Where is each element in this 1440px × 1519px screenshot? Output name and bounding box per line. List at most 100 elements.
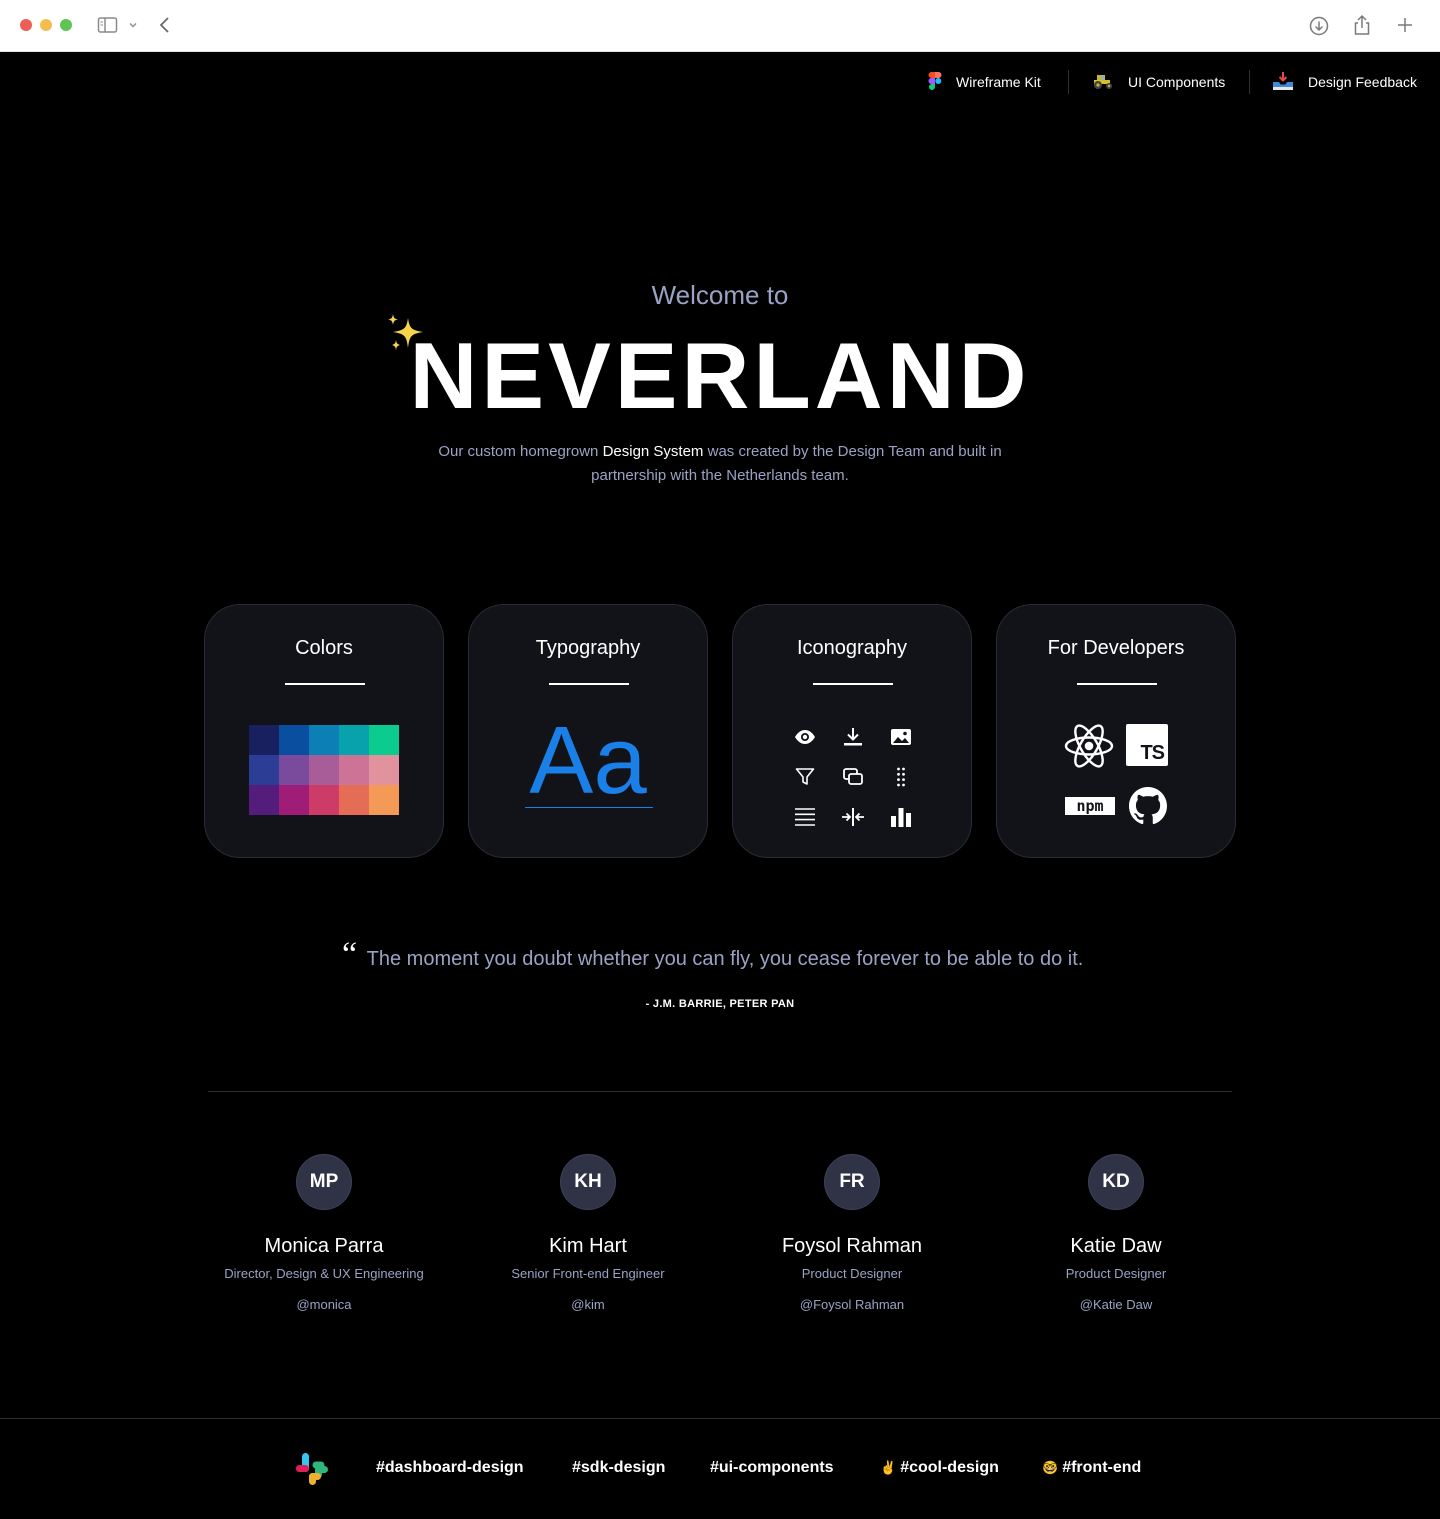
team-member-card: MP Monica Parra Director, Design & UX En… <box>204 1154 444 1312</box>
close-window-button[interactable] <box>20 19 32 31</box>
page-title: NEVERLAND <box>409 323 1031 428</box>
member-role: Director, Design & UX Engineering <box>224 1266 424 1281</box>
card-title: For Developers <box>1047 637 1185 659</box>
color-swatch <box>339 755 369 785</box>
color-swatch <box>309 755 339 785</box>
color-swatch <box>309 785 339 815</box>
avatar: MP <box>296 1154 352 1210</box>
nav-label: UI Components <box>1128 74 1226 90</box>
member-name: Foysol Rahman <box>781 1235 923 1257</box>
nerd-face-icon: 🤓 <box>1042 1460 1059 1475</box>
typography-card[interactable]: Typography Aa <box>468 604 708 858</box>
resize-horizontal-icon <box>829 797 877 837</box>
color-swatch <box>369 755 399 785</box>
inbox-tray-icon <box>1272 71 1294 94</box>
member-handle-link[interactable]: @kim <box>468 1297 708 1312</box>
channel-label: #cool-design <box>900 1459 999 1476</box>
channel-ui-components[interactable]: #ui-components <box>710 1459 834 1477</box>
member-name: Monica Parra <box>264 1235 384 1257</box>
avatar: KH <box>560 1154 616 1210</box>
color-swatch <box>369 725 399 755</box>
icon-grid <box>781 717 925 837</box>
channel-label: #front-end <box>1062 1459 1142 1476</box>
member-role: Product Designer <box>801 1266 903 1281</box>
tractor-icon <box>1092 71 1114 94</box>
color-swatch <box>249 785 279 815</box>
color-swatch <box>249 725 279 755</box>
download-icon[interactable] <box>1308 15 1330 42</box>
quote-author: - J.M. BARRIE, PETER PAN <box>645 998 795 1010</box>
bar-chart-icon <box>877 797 925 837</box>
maximize-window-button[interactable] <box>60 19 72 31</box>
copy-icon <box>829 757 877 797</box>
nav-label: Wireframe Kit <box>956 74 1041 90</box>
share-icon[interactable] <box>1352 13 1372 42</box>
team-member-card: KD Katie Daw Product Designer @Katie Daw <box>996 1154 1236 1312</box>
member-handle-link[interactable]: @Katie Daw <box>996 1297 1236 1312</box>
slack-icon[interactable] <box>296 1453 328 1490</box>
browser-toolbar <box>0 0 1440 52</box>
intro-text-start: Our custom homegrown <box>438 443 603 460</box>
team-member-card: FR Foysol Rahman Product Designer @Foyso… <box>732 1154 972 1312</box>
nav-label: Design Feedback <box>1308 74 1417 90</box>
developers-card[interactable]: For Developers TS npm <box>996 604 1236 858</box>
eye-icon <box>781 717 829 757</box>
iconography-card[interactable]: Iconography <box>732 604 972 858</box>
colors-card[interactable]: Colors <box>204 604 444 858</box>
drag-handle-icon <box>877 757 925 797</box>
channel-label: #dashboard-design <box>376 1459 524 1476</box>
typography-sample: Aa <box>529 707 647 814</box>
new-tab-icon[interactable] <box>1396 15 1414 40</box>
channel-dashboard-design[interactable]: #dashboard-design <box>376 1459 524 1477</box>
typography-baseline <box>525 807 653 808</box>
menu-icon <box>781 797 829 837</box>
nav-ui-components[interactable]: UI Components <box>1092 68 1225 96</box>
member-handle-link[interactable]: @monica <box>204 1297 444 1312</box>
sidebar-toggle-icon[interactable] <box>97 15 119 40</box>
download-icon <box>829 717 877 757</box>
minimize-window-button[interactable] <box>40 19 52 31</box>
channel-sdk-design[interactable]: #sdk-design <box>572 1459 665 1477</box>
color-swatch <box>339 785 369 815</box>
avatar: KD <box>1088 1154 1144 1210</box>
member-role: Senior Front-end Engineer <box>511 1266 665 1281</box>
typescript-badge-text: TS <box>1140 742 1165 764</box>
footer: #dashboard-design #sdk-design #ui-compon… <box>0 1418 1440 1519</box>
color-swatch <box>279 725 309 755</box>
card-divider <box>813 683 893 685</box>
channel-front-end[interactable]: 🤓 #front-end <box>1042 1459 1141 1477</box>
color-swatch <box>279 785 309 815</box>
intro-text: Our custom homegrown Design System was c… <box>400 440 1040 488</box>
card-title: Colors <box>295 637 353 659</box>
nav-wireframe-kit[interactable]: Wireframe Kit <box>928 68 1041 96</box>
section-divider <box>208 1091 1232 1092</box>
back-icon[interactable] <box>157 15 173 40</box>
victory-hand-icon: ✌️ <box>880 1460 897 1475</box>
npm-icon: npm <box>1065 797 1115 815</box>
color-swatch <box>309 725 339 755</box>
nav-divider <box>1068 70 1069 94</box>
chevron-down-icon[interactable] <box>127 18 139 36</box>
welcome-text: Welcome to <box>651 280 789 310</box>
channel-label: #ui-components <box>710 1459 834 1476</box>
channel-cool-design[interactable]: ✌️ #cool-design <box>880 1459 999 1477</box>
filter-icon <box>781 757 829 797</box>
avatar: FR <box>824 1154 880 1210</box>
color-swatch <box>369 785 399 815</box>
nav-design-feedback[interactable]: Design Feedback <box>1272 68 1417 96</box>
member-name: Kim Hart <box>549 1235 627 1257</box>
card-divider <box>549 683 629 685</box>
card-divider <box>1077 683 1157 685</box>
github-icon <box>1129 787 1167 830</box>
image-icon <box>877 717 925 757</box>
color-swatch <box>339 725 369 755</box>
figma-icon <box>928 71 942 94</box>
card-title: Iconography <box>796 637 908 659</box>
channel-label: #sdk-design <box>572 1459 666 1476</box>
typescript-icon: TS <box>1126 724 1168 766</box>
member-handle-link[interactable]: @Foysol Rahman <box>732 1297 972 1312</box>
card-divider <box>285 683 365 685</box>
member-name: Katie Daw <box>1070 1235 1162 1257</box>
npm-badge-text: npm <box>1076 796 1104 815</box>
nav-divider <box>1249 70 1250 94</box>
